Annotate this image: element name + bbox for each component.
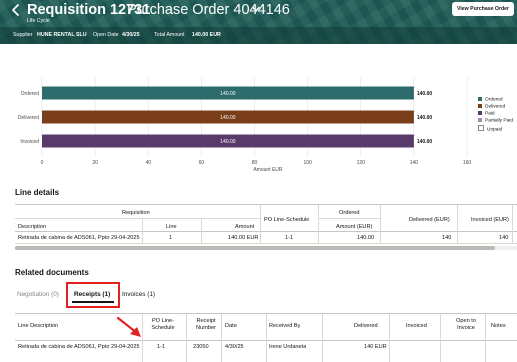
cell-date: 4/30/25 — [225, 344, 244, 350]
purchase-order-title[interactable]: Purchase Order 4044146 — [127, 1, 290, 19]
column-header-received-by[interactable]: Received By — [269, 323, 300, 330]
x-tick-label: 160 — [463, 160, 472, 166]
x-tick-label: 40 — [145, 160, 151, 166]
page-subtitle: Life Cycle — [27, 18, 50, 24]
cell-invoiced-eur: 140 — [499, 235, 509, 241]
legend-label: Unpaid — [487, 127, 503, 133]
legend-label: Delivered — [485, 104, 506, 110]
tab-invoices[interactable]: Invoices (1) — [122, 291, 155, 298]
x-tick-label: 140 — [410, 160, 419, 166]
cell-po-line-schedule: 1-1 — [285, 235, 294, 241]
column-header-amount-eur[interactable]: Amount (EUR) — [336, 224, 372, 231]
highlight-annotation-box — [66, 282, 120, 308]
red-arrow-annotation — [116, 316, 141, 337]
info-bar: Supplier HUNE RENTAL SLU Open Date 4/30/… — [0, 27, 517, 44]
bar-data-label: 140.00 — [220, 91, 236, 97]
bar-end-label: 140.00 — [417, 139, 433, 145]
related-documents-title: Related documents — [15, 268, 89, 277]
legend-swatch — [478, 125, 484, 131]
tab-negotiation[interactable]: Negotiation (0) — [17, 291, 59, 298]
column-header-amount[interactable]: Amount — [235, 224, 254, 231]
bar-end-label: 140.00 — [417, 91, 433, 97]
supplier-value: HUNE RENTAL SLU — [37, 32, 87, 38]
page-header: Requisition 12731 Purchase Order 4044146… — [0, 0, 517, 44]
column-header-line[interactable]: Line — [166, 224, 177, 231]
category-label: Ordered — [21, 91, 40, 97]
legend-item: Delivered — [478, 104, 505, 111]
column-header-invoiced[interactable]: Invoiced — [406, 323, 427, 330]
column-header-line-description[interactable]: Line Description — [18, 323, 58, 330]
line-details-title: Line details — [15, 188, 60, 197]
legend-item: Paid — [478, 111, 495, 118]
bar-data-label: 140.00 — [220, 115, 236, 121]
horizontal-scrollbar[interactable] — [15, 246, 517, 250]
cell-line: 1 — [169, 235, 173, 241]
lifecycle-bar-chart: 0 20 40 60 80 100 120 140 160 Amount EUR Ordered 14… — [18, 77, 472, 173]
back-icon[interactable] — [9, 3, 23, 17]
column-header-po-line-schedule[interactable]: PO Line-Schedule — [148, 318, 178, 332]
open-date-label: Open Date — [93, 32, 119, 38]
cell-amount-eur: 140.00 — [357, 235, 375, 241]
cell-po-line-schedule: 1-1 — [157, 344, 166, 350]
legend-item: Ordered — [478, 97, 503, 104]
column-header-date[interactable]: Date — [225, 323, 237, 330]
bar-data-label: 140.00 — [220, 139, 236, 145]
legend-label: Ordered — [485, 97, 503, 103]
x-axis-label: Amount EUR — [253, 167, 283, 173]
x-tick-label: 0 — [41, 160, 44, 166]
total-amount-value: 140.00 EUR — [192, 32, 221, 38]
cell-amount: 140.00 EUR — [228, 235, 259, 241]
column-group-requisition: Requisition — [122, 210, 150, 216]
column-header-invoiced-eur[interactable]: Invoiced (EUR) — [471, 217, 509, 224]
x-tick-label: 60 — [199, 160, 205, 166]
column-header-delivered-eur[interactable]: Delivered (EUR) — [409, 217, 450, 224]
legend-label: Paid — [485, 111, 495, 117]
category-label: Invoiced — [20, 139, 39, 145]
column-header-open-to-invoice[interactable]: Open to Invoice — [449, 318, 483, 332]
total-amount-label: Total Amount — [154, 32, 185, 38]
legend-swatch — [478, 118, 482, 122]
cell-received-by: Irene Urdaneta — [269, 344, 307, 350]
legend-item: Partially Paid — [478, 118, 513, 125]
cell-receipt-number: 23050 — [193, 344, 209, 350]
legend-item: Unpaid — [478, 125, 503, 133]
legend-swatch — [478, 97, 482, 101]
x-tick-label: 20 — [92, 160, 98, 166]
cell-delivered: 140 EUR — [364, 344, 387, 350]
scrollbar-thumb[interactable] — [15, 246, 495, 250]
cell-delivered-eur: 140 — [442, 235, 452, 241]
column-header-delivered[interactable]: Delivered — [354, 323, 378, 330]
x-tick-label: 80 — [252, 160, 258, 166]
column-header-receipt-number[interactable]: Receipt Number — [193, 318, 219, 332]
cell-line-description: Retirada de cabina de ADS061, Ppto 29-04… — [18, 344, 140, 350]
open-date-value: 4/30/25 — [122, 32, 140, 38]
legend-swatch — [478, 104, 482, 108]
x-tick-label: 100 — [303, 160, 312, 166]
x-tick-label: 120 — [357, 160, 366, 166]
view-purchase-order-button[interactable]: View Purchase Order — [452, 2, 514, 16]
column-header-description[interactable]: Description — [18, 224, 46, 231]
bar-end-label: 140.00 — [417, 115, 433, 121]
column-header-po-line-schedule[interactable]: PO Line-Schedule — [264, 217, 309, 224]
category-label: Delivered — [18, 115, 39, 121]
supplier-label: Supplier — [13, 32, 33, 38]
legend-label: Partially Paid — [485, 118, 513, 124]
legend-swatch — [478, 111, 482, 115]
chevron-down-icon[interactable] — [251, 4, 261, 14]
column-group-ordered: Ordered — [339, 210, 360, 216]
column-header-notes[interactable]: Notes — [491, 323, 506, 330]
cell-description: Retirada de cabina de ADS061, Ppto 29-04… — [18, 235, 140, 241]
